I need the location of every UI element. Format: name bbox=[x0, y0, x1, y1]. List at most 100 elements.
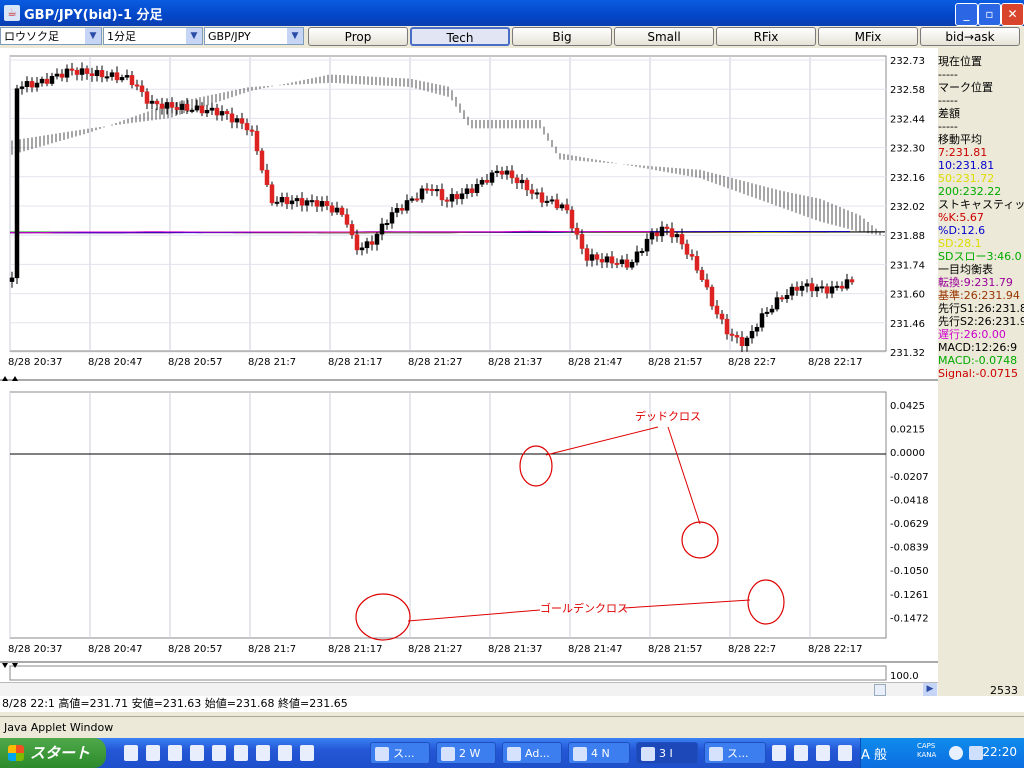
resize-handle-icon bbox=[12, 376, 18, 381]
resize-handle-icon bbox=[2, 376, 8, 381]
time-tick-label: 8/28 21:27 bbox=[408, 357, 462, 368]
maximize-button[interactable]: ▫ bbox=[978, 3, 1001, 26]
candle-down bbox=[809, 283, 815, 292]
small-button[interactable]: Small bbox=[614, 27, 714, 46]
candle-up bbox=[294, 198, 300, 202]
price-tick-label: 231.46 bbox=[890, 319, 925, 330]
quicklaunch-icon[interactable] bbox=[278, 745, 292, 761]
resize-handle-icon bbox=[2, 663, 8, 668]
scroll-thumb[interactable] bbox=[874, 684, 886, 696]
indicator-value-24: Signal:-0.0715 bbox=[938, 367, 1018, 380]
minimize-button[interactable]: _ bbox=[955, 3, 978, 26]
candle-down bbox=[684, 243, 690, 255]
taskbar-task[interactable]: ス... bbox=[704, 742, 766, 764]
quicklaunch-icon[interactable] bbox=[168, 745, 182, 761]
bid-ask-toggle-button[interactable]: bid→ask bbox=[920, 27, 1020, 46]
indicator-value-18: 基準:26:231.94 bbox=[938, 289, 1020, 302]
quicklaunch-icon[interactable] bbox=[190, 745, 204, 761]
candle-up bbox=[19, 86, 25, 89]
price-tick-label: 232.58 bbox=[890, 85, 925, 96]
dead-cross-label: デッドクロス bbox=[635, 409, 701, 423]
candle-up bbox=[64, 68, 70, 78]
candle-down bbox=[444, 199, 450, 202]
title-bar: ☕ GBP/JPY(bid)-1 分足 _ ▫ ✕ bbox=[0, 0, 1024, 26]
mfix-button[interactable]: MFix bbox=[818, 27, 918, 46]
candle-down bbox=[44, 78, 50, 84]
quicklaunch-icon[interactable] bbox=[300, 745, 314, 761]
tray-app-icon[interactable] bbox=[772, 745, 786, 761]
candle-down bbox=[29, 81, 35, 88]
app-icon bbox=[507, 747, 521, 761]
candle-up bbox=[219, 111, 225, 116]
candle-down bbox=[89, 73, 95, 76]
quicklaunch-icon[interactable] bbox=[146, 745, 160, 761]
tray-app-icon[interactable] bbox=[838, 745, 852, 761]
candle-down bbox=[709, 286, 715, 307]
rfix-button[interactable]: RFix bbox=[716, 27, 816, 46]
candle-down bbox=[344, 214, 350, 225]
quicklaunch-icon[interactable] bbox=[212, 745, 226, 761]
macd-tick-label: 0.0000 bbox=[890, 448, 925, 459]
indicator-lines bbox=[9, 230, 850, 234]
time-tick-label: 8/28 21:17 bbox=[328, 357, 382, 368]
candle-down bbox=[249, 129, 255, 132]
candle-up bbox=[649, 232, 655, 240]
candle-down bbox=[664, 226, 670, 229]
close-button[interactable]: ✕ bbox=[1001, 3, 1024, 26]
volume-icon[interactable] bbox=[969, 746, 983, 760]
tray-app-icon[interactable] bbox=[794, 745, 808, 761]
big-button[interactable]: Big bbox=[512, 27, 612, 46]
chart-area[interactable]: デッドクロス ゴールデンクロス 232.73 232.58 232.44 232.30 2… bbox=[0, 48, 938, 682]
candle-up bbox=[419, 188, 425, 200]
quicklaunch-icon[interactable] bbox=[124, 745, 138, 761]
candle-up bbox=[234, 118, 240, 123]
candle-up bbox=[204, 110, 210, 114]
candle-down bbox=[324, 201, 330, 207]
candle-up bbox=[549, 199, 555, 202]
candle-up bbox=[379, 223, 385, 235]
interval-select[interactable]: 1分足 ▼ bbox=[103, 27, 203, 45]
candle-down bbox=[529, 189, 535, 194]
prop-button[interactable]: Prop bbox=[308, 27, 408, 46]
chevron-down-icon: ▼ bbox=[186, 28, 202, 44]
scroll-right-arrow-icon[interactable]: ▶ bbox=[923, 683, 937, 696]
taskbar-task[interactable]: 4 N bbox=[568, 742, 630, 764]
taskbar-task[interactable]: Ad... bbox=[502, 742, 562, 764]
taskbar-task[interactable]: ス... bbox=[370, 742, 430, 764]
indicator-value-9: 50:231.72 bbox=[938, 172, 995, 185]
tech-button[interactable]: Tech bbox=[410, 27, 510, 46]
candle-down bbox=[199, 105, 205, 114]
pair-select[interactable]: GBP/JPY ▼ bbox=[204, 27, 304, 45]
candle-down bbox=[174, 107, 180, 110]
taskbar-task-active[interactable]: 3 I bbox=[636, 742, 698, 764]
candle-down bbox=[579, 234, 585, 249]
windows-logo-icon bbox=[8, 745, 24, 761]
start-button[interactable]: スタート bbox=[0, 738, 106, 768]
candle-down bbox=[699, 269, 705, 280]
candle-down bbox=[254, 130, 260, 152]
horizontal-scrollbar[interactable]: ▶ bbox=[0, 682, 938, 697]
candle-down bbox=[139, 85, 145, 93]
candle-down bbox=[524, 179, 530, 191]
candle-up bbox=[589, 254, 595, 261]
candle-down bbox=[159, 103, 165, 109]
quicklaunch-icon[interactable] bbox=[234, 745, 248, 761]
chart-type-select[interactable]: ロウソク足 ▼ bbox=[0, 27, 102, 45]
taskbar-task[interactable]: 2 W bbox=[436, 742, 496, 764]
candle-down bbox=[724, 318, 730, 335]
golden-cross-label: ゴールデンクロス bbox=[540, 601, 628, 615]
macd-tick-label: -0.0839 bbox=[890, 543, 929, 554]
help-icon[interactable] bbox=[949, 746, 963, 760]
candle-up bbox=[784, 295, 790, 299]
status-line: 8/28 22:1 高値=231.71 安値=231.63 始値=231.68 … bbox=[0, 696, 1024, 712]
indicator-value-17: 転換:9:231.79 bbox=[938, 276, 1013, 289]
candle-down bbox=[354, 234, 360, 251]
candle-up bbox=[189, 109, 195, 112]
candle-down bbox=[59, 73, 65, 78]
ime-indicator[interactable]: A 般 bbox=[861, 744, 887, 763]
candle-up bbox=[464, 188, 470, 195]
macd-tick-label: 0.0215 bbox=[890, 425, 925, 436]
quicklaunch-icon[interactable] bbox=[256, 745, 270, 761]
chart-canvas[interactable]: デッドクロスゴールデンクロス 232.73 232.58 232.44 232.30 2… bbox=[0, 48, 938, 682]
tray-app-icon[interactable] bbox=[816, 745, 830, 761]
